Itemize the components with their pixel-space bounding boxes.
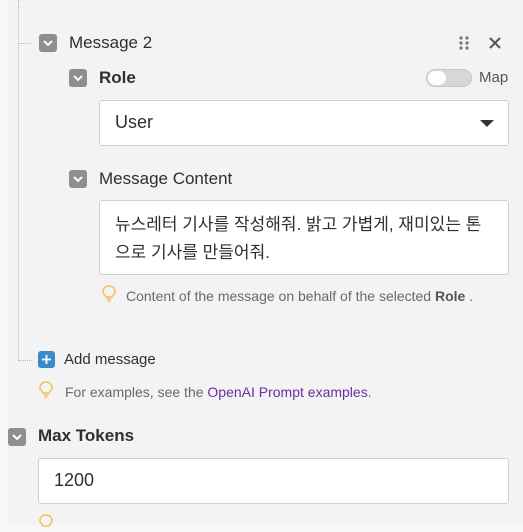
content-hint-suffix: .	[465, 288, 474, 304]
examples-hint-suffix: .	[367, 384, 372, 400]
tree-connector-add	[18, 360, 32, 361]
examples-hint-text: For examples, see the	[65, 384, 208, 400]
content-hint: Content of the message on behalf of the …	[126, 288, 473, 304]
close-icon	[489, 37, 501, 49]
max-tokens-label: Max Tokens	[38, 426, 135, 445]
drag-handle-icon	[459, 36, 469, 50]
map-toggle[interactable]	[426, 69, 472, 87]
role-select[interactable]: User	[99, 100, 509, 146]
checkmark-icon	[43, 40, 53, 47]
checkmark-icon	[73, 75, 83, 82]
openai-examples-link[interactable]: OpenAI Prompt examples	[207, 384, 367, 400]
max-tokens-value: 1200	[54, 470, 95, 490]
tree-connector-vertical	[18, 0, 19, 360]
role-label: Role	[99, 68, 136, 87]
checkmark-icon	[12, 434, 22, 441]
checkmark-icon	[73, 176, 83, 183]
map-label: Map	[479, 69, 509, 86]
drag-handle[interactable]	[456, 35, 472, 51]
message-collapse-checkbox[interactable]	[39, 34, 57, 52]
caret-down-icon	[480, 120, 494, 127]
add-message-label[interactable]: Add message	[64, 351, 156, 368]
message-content-textarea[interactable]: 뉴스레터 기사를 작성해줘. 밝고 가볍게, 재미있는 톤으로 기사를 만들어줘…	[99, 200, 509, 275]
content-hint-role: Role	[434, 288, 466, 304]
plus-icon	[41, 354, 52, 365]
role-select-value: User	[115, 112, 154, 132]
content-collapse-checkbox[interactable]	[69, 170, 87, 188]
content-label: Message Content	[99, 169, 233, 188]
message-panel: Message 2 Role Map User Message Content …	[0, 0, 523, 527]
content-hint-text: Content of the message on behalf of the …	[126, 288, 435, 304]
lightbulb-icon	[102, 285, 116, 302]
map-toggle-knob	[428, 71, 446, 85]
max-tokens-input[interactable]: 1200	[38, 458, 509, 504]
lightbulb-icon	[39, 514, 53, 527]
examples-hint: For examples, see the OpenAI Prompt exam…	[65, 384, 372, 400]
message-title: Message 2	[69, 33, 153, 52]
add-message-button[interactable]	[38, 351, 55, 368]
close-button[interactable]	[487, 35, 503, 51]
tree-connector-message	[18, 43, 32, 44]
message-content-value: 뉴스레터 기사를 작성해줘. 밝고 가볍게, 재미있는 톤으로 기사를 만들어줘…	[115, 215, 482, 262]
role-collapse-checkbox[interactable]	[69, 69, 87, 87]
lightbulb-icon	[39, 381, 53, 398]
max-tokens-collapse-checkbox[interactable]	[8, 428, 26, 446]
